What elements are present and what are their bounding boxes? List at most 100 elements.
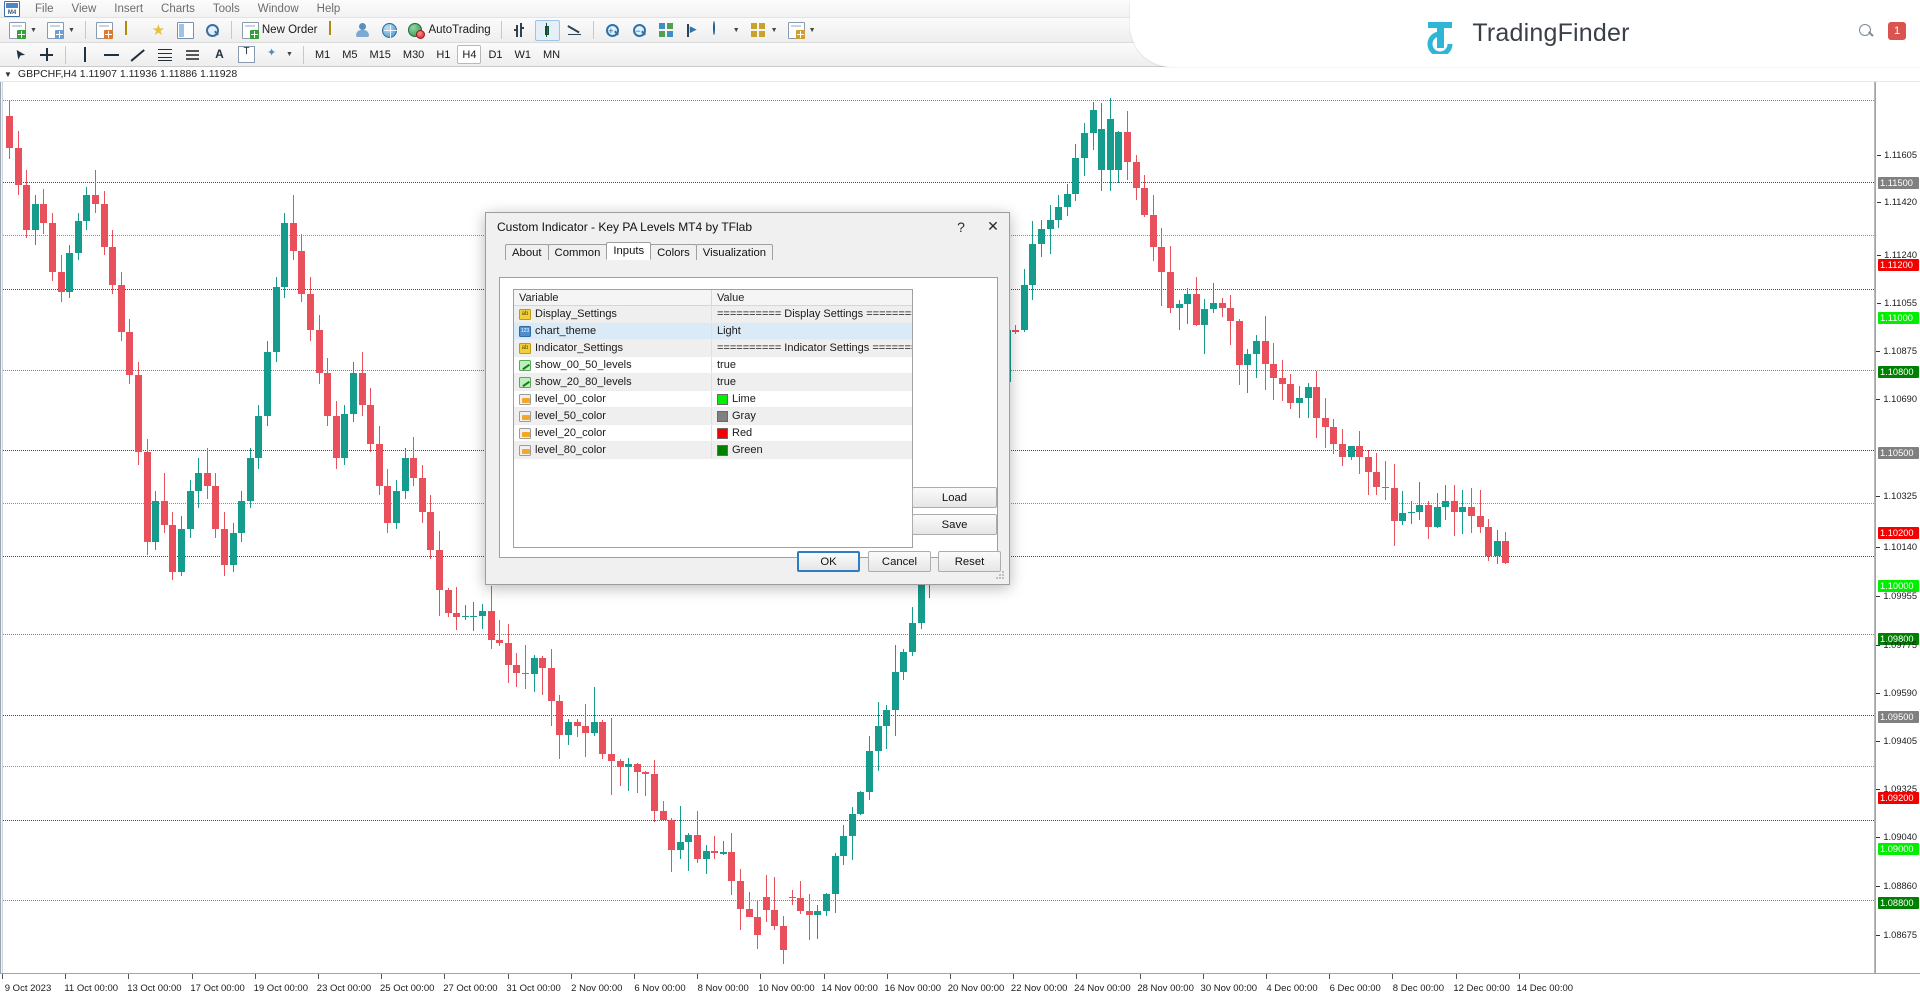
equidistant-channel-tool-button[interactable] [180, 44, 205, 65]
trendline-tool-button[interactable] [126, 44, 151, 65]
tile-windows-button[interactable] [654, 20, 679, 41]
shift-end-button[interactable] [681, 20, 706, 41]
chevron-down-icon[interactable]: ▼ [771, 27, 778, 34]
timeframe-button-m5[interactable]: M5 [337, 45, 362, 64]
zoom-in-button[interactable]: + [600, 20, 625, 41]
time-tick [2, 974, 3, 979]
candlestick [1270, 82, 1277, 973]
time-axis[interactable]: 9 Oct 202311 Oct 00:0013 Oct 00:0017 Oct… [0, 973, 1920, 1004]
table-row[interactable]: 123chart_themeLight [514, 323, 912, 340]
search-icon[interactable] [1858, 23, 1874, 39]
dialog-tab-strip[interactable]: AboutCommonInputsColorsVisualization [505, 243, 1009, 260]
new-order-button[interactable]: New Order [238, 20, 322, 41]
chevron-down-icon[interactable]: ▼ [4, 70, 12, 79]
cell-value[interactable]: true [712, 374, 912, 390]
templates-button[interactable]: ▼ [784, 20, 820, 41]
timeframe-button-m30[interactable]: M30 [398, 45, 429, 64]
line-chart-button[interactable] [562, 20, 587, 41]
cell-value[interactable]: true [712, 357, 912, 373]
text-label-tool-button[interactable]: A [207, 44, 232, 65]
table-row[interactable]: level_50_colorGray [514, 408, 912, 425]
menu-item-charts[interactable]: Charts [152, 1, 204, 17]
timeframe-button-mn[interactable]: MN [538, 45, 565, 64]
help-button[interactable]: ? [945, 214, 977, 240]
chevron-down-icon[interactable]: ▼ [809, 27, 816, 34]
bar-chart-button[interactable] [508, 20, 533, 41]
tab-colors[interactable]: Colors [650, 244, 697, 260]
profiles-button[interactable]: ▼ [43, 20, 79, 41]
cell-value[interactable]: Light [712, 323, 912, 339]
candlestick-chart-button[interactable] [535, 20, 560, 41]
candlestick [1021, 82, 1028, 973]
menu-item-insert[interactable]: Insert [105, 1, 152, 17]
cell-value[interactable]: Gray [712, 408, 912, 424]
price-axis[interactable]: 1.116051.115001.114201.112401.112001.110… [1875, 82, 1920, 973]
notification-badge[interactable]: 1 [1888, 22, 1906, 40]
cell-value[interactable]: ========== Display Settings ========== [712, 306, 912, 322]
menu-item-help[interactable]: Help [308, 1, 350, 17]
resize-grip[interactable] [996, 571, 1006, 581]
cell-value[interactable]: Lime [712, 391, 912, 407]
mql5-community-button[interactable] [323, 20, 348, 41]
periodicity-button[interactable]: ▼ [746, 20, 782, 41]
tab-about[interactable]: About [505, 244, 549, 260]
table-row[interactable]: level_20_colorRed [514, 425, 912, 442]
data-window-button[interactable] [119, 20, 144, 41]
cell-value[interactable]: Red [712, 425, 912, 441]
chevron-down-icon[interactable]: ▼ [68, 27, 75, 34]
new-chart-button[interactable]: ▼ [5, 20, 41, 41]
menu-item-tools[interactable]: Tools [204, 1, 249, 17]
vertical-line-tool-button[interactable] [72, 44, 97, 65]
chevron-down-icon[interactable]: ▼ [30, 27, 37, 34]
menu-item-file[interactable]: File [26, 1, 63, 17]
timeframe-button-d1[interactable]: D1 [483, 45, 507, 64]
navigator-button[interactable]: ★ [146, 20, 171, 41]
tab-visualization[interactable]: Visualization [696, 244, 773, 260]
candlestick [316, 82, 323, 973]
inputs-grid[interactable]: Variable Value abDisplay_Settings=======… [513, 289, 913, 548]
timeframe-button-m15[interactable]: M15 [365, 45, 396, 64]
tab-common[interactable]: Common [548, 244, 608, 260]
reset-button[interactable]: Reset [938, 551, 1001, 572]
cell-value[interactable]: ========== Indicator Settings ========== [712, 340, 912, 356]
metaeditor-button[interactable] [350, 20, 375, 41]
autotrading-button[interactable]: AutoTrading [404, 20, 494, 41]
table-row[interactable]: show_00_50_levels true [514, 357, 912, 374]
cell-value[interactable]: Green [712, 442, 912, 458]
load-button[interactable]: Load [912, 487, 997, 508]
fibonacci-tool-button[interactable] [153, 44, 178, 65]
table-row[interactable]: level_00_colorLime [514, 391, 912, 408]
menu-item-view[interactable]: View [63, 1, 106, 17]
custom-indicator-properties-dialog[interactable]: Custom Indicator - Key PA Levels MT4 by … [485, 212, 1010, 585]
ok-button[interactable]: OK [797, 551, 860, 572]
cancel-button[interactable]: Cancel [868, 551, 931, 572]
timeframe-button-h4[interactable]: H4 [457, 45, 481, 64]
timeframe-button-m1[interactable]: M1 [310, 45, 335, 64]
dialog-title-bar[interactable]: Custom Indicator - Key PA Levels MT4 by … [486, 213, 1009, 241]
terminal-button[interactable] [173, 20, 198, 41]
chevron-down-icon[interactable]: ▼ [286, 51, 293, 58]
strategy-tester-button[interactable] [200, 20, 225, 41]
cursor-tool-button[interactable] [7, 44, 32, 65]
tab-inputs[interactable]: Inputs [606, 242, 651, 260]
web-terminal-button[interactable] [377, 20, 402, 41]
indicators-button[interactable]: ▼ [708, 20, 744, 41]
table-row[interactable]: abIndicator_Settings========== Indicator… [514, 340, 912, 357]
text-box-tool-button[interactable] [234, 44, 259, 65]
table-row[interactable]: abDisplay_Settings========== Display Set… [514, 306, 912, 323]
timeframe-button-h1[interactable]: H1 [431, 45, 455, 64]
zoom-out-button[interactable]: − [627, 20, 652, 41]
shapes-tool-button[interactable]: ▼ [261, 44, 297, 65]
candlestick [1193, 82, 1200, 973]
horizontal-line-tool-button[interactable] [99, 44, 124, 65]
table-row[interactable]: level_80_colorGreen [514, 442, 912, 459]
timeframe-button-w1[interactable]: W1 [510, 45, 537, 64]
menu-item-window[interactable]: Window [249, 1, 308, 17]
save-button[interactable]: Save [912, 514, 997, 535]
market-watch-button[interactable] [92, 20, 117, 41]
close-icon[interactable]: ✕ [977, 214, 1009, 240]
variable-name: show_00_50_levels [535, 359, 632, 371]
table-row[interactable]: show_20_80_levelstrue [514, 374, 912, 391]
chevron-down-icon[interactable]: ▼ [733, 27, 740, 34]
crosshair-tool-button[interactable] [34, 44, 59, 65]
